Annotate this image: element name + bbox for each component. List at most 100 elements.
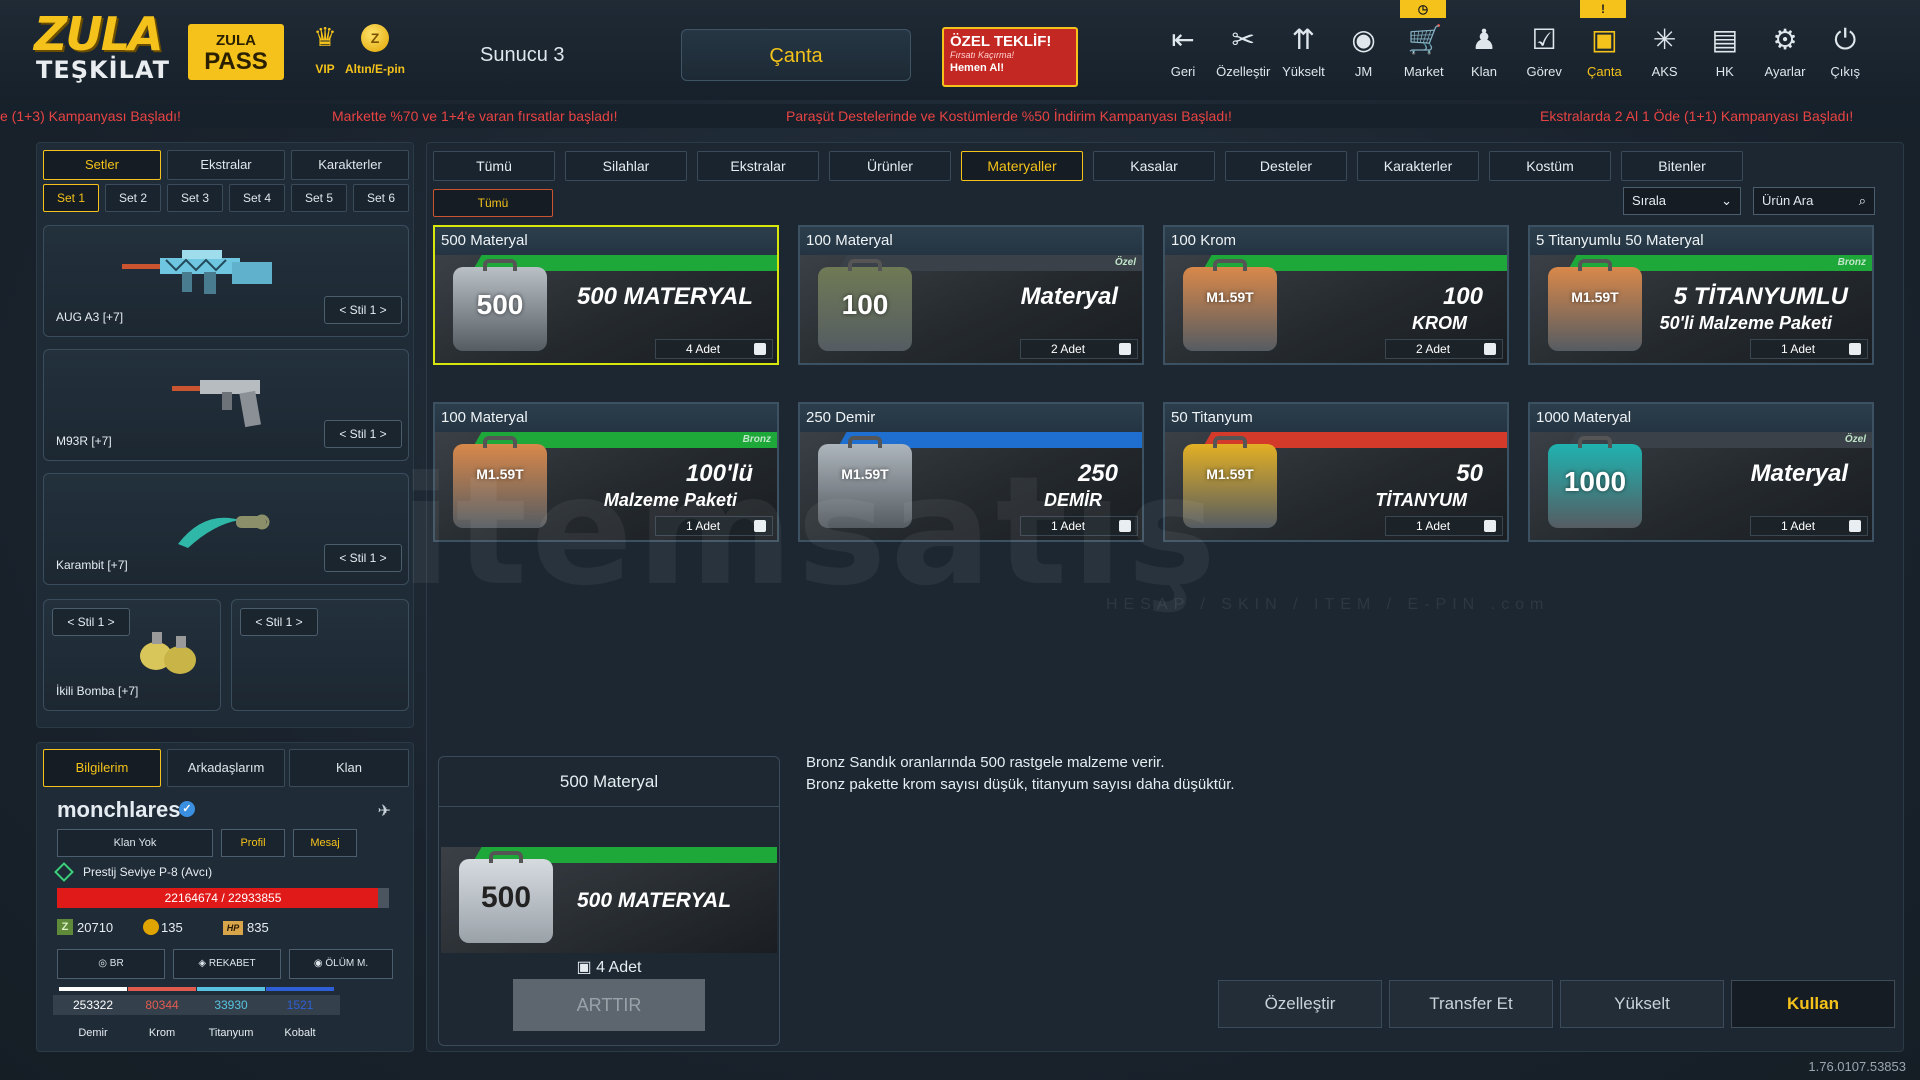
game-logo[interactable]: ZULA TEŞKİLAT [34, 10, 169, 90]
tab-karakterler[interactable]: Karakterler [291, 150, 409, 180]
set-tab-5[interactable]: Set 5 [291, 184, 347, 212]
style-selector[interactable]: < Stil 1 > [240, 608, 318, 636]
material-titanyum: 33930 Titanyum [191, 987, 271, 1039]
category-tab[interactable]: Kasalar [1093, 151, 1215, 181]
profile-button[interactable]: Profil [221, 829, 285, 857]
category-tab[interactable]: Silahlar [565, 151, 687, 181]
style-selector[interactable]: < Stil 1 > [324, 296, 402, 324]
style-selector[interactable]: < Stil 1 > [324, 420, 402, 448]
set-tab-4[interactable]: Set 4 [229, 184, 285, 212]
vip-button[interactable]: ♛ VIP [305, 24, 345, 76]
upgrade-button[interactable]: Yükselt [1560, 980, 1724, 1028]
category-tab[interactable]: Ürünler [829, 151, 951, 181]
case-number: 1000 [1563, 466, 1627, 497]
nav-cart[interactable]: 🛒 Market [1395, 24, 1453, 84]
nav-label: Özelleştir [1216, 64, 1271, 79]
tab-klan[interactable]: Klan [289, 749, 409, 787]
material-bar [266, 987, 334, 991]
nav-back[interactable]: ⇤ Geri [1154, 24, 1212, 84]
box-icon [1849, 520, 1861, 532]
throwable-slot[interactable]: < Stil 1 > İkili Bomba [+7] [43, 599, 221, 711]
nav-clan[interactable]: ♟ Klan [1455, 24, 1513, 84]
nav-wallet[interactable]: ▤ HK [1696, 24, 1754, 84]
logo-subtitle: TEŞKİLAT [36, 56, 170, 84]
item-card[interactable]: 5 Titanyumlu 50 Materyal Bronz M1.59T 5 TİT… [1528, 225, 1874, 365]
item-card[interactable]: 1000 Materyal Özel 1000 Materyal 1 Adet [1528, 402, 1874, 542]
clan-none-button[interactable]: Klan Yok [57, 829, 213, 857]
power-icon: ⏻ [1834, 23, 1857, 56]
material-value: 33930 [191, 995, 271, 1015]
tab-setler[interactable]: Setler [43, 150, 161, 180]
nav-aks[interactable]: ✳ AKS [1636, 24, 1694, 84]
style-selector[interactable]: < Stil 1 > [324, 544, 402, 572]
item-card[interactable]: 500 Materyal 500 500 MATERYAL 4 Adet [433, 225, 779, 365]
nav-power[interactable]: ⏻ Çıkış [1816, 24, 1874, 84]
watermark: itemsatış [400, 445, 1221, 619]
laurel-icon: ♛ [313, 23, 337, 53]
nav-tools[interactable]: ✂ Özelleştir [1214, 24, 1272, 84]
material-label: Demir [78, 1027, 108, 1039]
set-tab-3[interactable]: Set 3 [167, 184, 223, 212]
nav-gear[interactable]: ⚙ Ayarlar [1756, 24, 1814, 84]
detail-title: 500 Materyal [439, 757, 779, 807]
empty-slot[interactable]: < Stil 1 > [231, 599, 409, 711]
sort-dropdown[interactable]: Sırala ⌄ [1623, 187, 1741, 215]
material-krom: 80344 Krom [122, 987, 202, 1039]
item-qty-value: 4 Adet [686, 342, 721, 356]
box-icon [1849, 343, 1861, 355]
item-card[interactable]: 100 Materyal Özel 100 Materyal 2 Adet [798, 225, 1144, 365]
category-tab[interactable]: Ekstralar [697, 151, 819, 181]
mode-rekabet-button[interactable]: ◈ REKABET [173, 949, 281, 979]
material-label: Titanyum [208, 1027, 254, 1039]
item-tier: Bronz [1837, 257, 1866, 268]
item-detail-card: 500 Materyal 500 500 MATERYAL ▣ 4 Adet A… [438, 756, 780, 1046]
category-tab[interactable]: Karakterler [1357, 151, 1479, 181]
customize-button[interactable]: Özelleştir [1218, 980, 1382, 1028]
search-input[interactable]: Ürün Ara ⌕ [1753, 187, 1875, 215]
item-art-title: Materyal [1020, 283, 1118, 310]
mode-olum-button[interactable]: ◉ ÖLÜM M. [289, 949, 393, 979]
category-tab[interactable]: Kostüm [1489, 151, 1611, 181]
set-tab-1[interactable]: Set 1 [43, 184, 99, 212]
weapon-slot-secondary[interactable]: M93R [+7] < Stil 1 > [43, 349, 409, 461]
nav-bag[interactable]: ▣ Çanta [1575, 24, 1633, 84]
item-qty-value: 2 Adet [1051, 342, 1086, 356]
tab-ekstralar[interactable]: Ekstralar [167, 150, 285, 180]
category-tab[interactable]: Materyaller [961, 151, 1083, 181]
weapon-slot-melee[interactable]: Karambit [+7] < Stil 1 > [43, 473, 409, 585]
nav-coins[interactable]: ◉ JM [1335, 24, 1393, 84]
item-art: Bronz M1.59T 5 TİTANYUMLU 50'li Malzeme Pak… [1530, 255, 1872, 363]
item-art: 500 500 MATERYAL 4 Adet [435, 255, 777, 363]
weapon-slot-primary[interactable]: AUG A3 [+7] < Stil 1 > [43, 225, 409, 337]
item-card[interactable]: 100 Krom M1.59T 100 KROM 2 Adet [1163, 225, 1509, 365]
category-tab[interactable]: Tümü [433, 151, 555, 181]
item-art: Özel 1000 Materyal 1 Adet [1530, 432, 1872, 540]
case-icon: 100 [818, 259, 912, 351]
style-label: Stil 1 [349, 303, 377, 317]
nav-label: HK [1715, 64, 1734, 79]
nav-upgrade[interactable]: ⇈ Yükselt [1274, 24, 1332, 84]
case-number: M1.59T [1571, 289, 1619, 305]
category-tab[interactable]: Bitenler [1621, 151, 1743, 181]
set-tab-2[interactable]: Set 2 [105, 184, 161, 212]
category-tab[interactable]: Desteler [1225, 151, 1347, 181]
zula-pass-button[interactable]: ZULA PASS [188, 24, 284, 80]
mode-br-button[interactable]: ◎ BR [57, 949, 165, 979]
coins-icon: ◉ [1351, 23, 1376, 56]
set-tab-6[interactable]: Set 6 [353, 184, 409, 212]
ticker-item: e (1+3) Kampanyası Başladı! [0, 108, 181, 124]
tab-bilgilerim[interactable]: Bilgilerim [43, 749, 161, 787]
subfilter-all[interactable]: Tümü [433, 189, 553, 217]
style-selector[interactable]: < Stil 1 > [52, 608, 130, 636]
nav-task[interactable]: ☑ Görev [1515, 24, 1573, 84]
arttir-button[interactable]: ARTTIR [513, 979, 705, 1031]
transfer-button[interactable]: Transfer Et [1389, 980, 1553, 1028]
search-placeholder: Ürün Ara [1762, 193, 1814, 208]
detail-qty: ▣ 4 Adet [576, 959, 642, 976]
special-offer-button[interactable]: ÖZEL TEKLİF! Fırsatı Kaçırma! Hemen Al! [942, 27, 1078, 87]
message-button[interactable]: Mesaj [293, 829, 357, 857]
use-button[interactable]: Kullan [1731, 980, 1895, 1028]
case-icon: 500 [459, 851, 553, 943]
altin-epin-button[interactable]: Z Altın/E-pin [340, 24, 410, 76]
tab-arkadaslarim[interactable]: Arkadaşlarım [167, 749, 285, 787]
